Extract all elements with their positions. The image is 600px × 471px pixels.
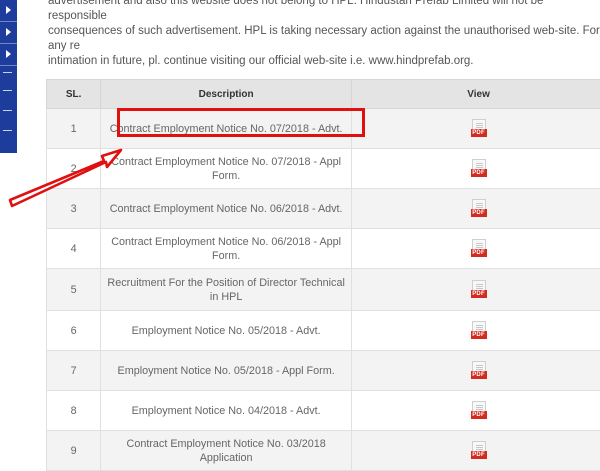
arrow-icon [0,0,600,450]
pdf-label: PDF [471,451,487,459]
